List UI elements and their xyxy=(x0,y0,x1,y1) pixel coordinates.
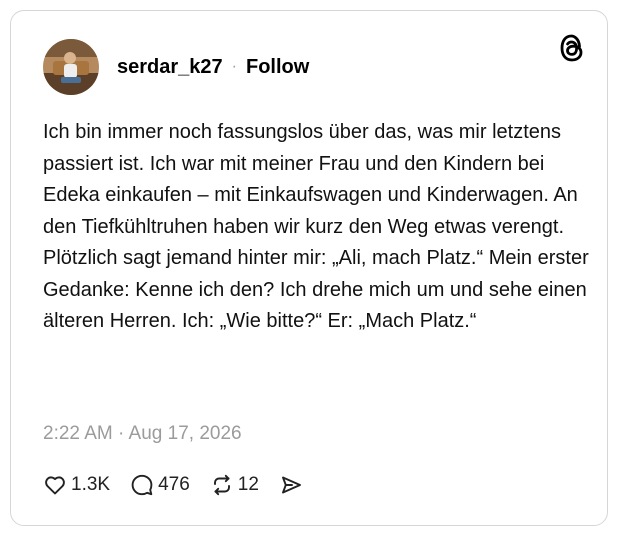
reply-count: 476 xyxy=(158,474,190,495)
username[interactable]: serdar_k27 xyxy=(117,56,223,79)
post-header: serdar_k27 · Follow xyxy=(117,54,309,80)
post-timestamp[interactable]: 2:22 AM · Aug 17, 2026 xyxy=(43,423,242,445)
header-separator: · xyxy=(231,58,237,75)
heart-icon xyxy=(43,473,67,497)
repost-button[interactable]: 12 xyxy=(210,473,259,497)
post-text: Ich bin immer noch fassungslos über das,… xyxy=(43,121,589,332)
avatar[interactable] xyxy=(43,39,99,95)
like-button[interactable]: 1.3K xyxy=(43,473,110,497)
follow-button[interactable]: Follow xyxy=(246,56,309,79)
speech-bubble-icon xyxy=(130,473,154,497)
send-icon xyxy=(279,473,303,497)
share-button[interactable] xyxy=(279,473,303,497)
threads-post-card: serdar_k27 · Follow Ich bin immer noch f… xyxy=(10,10,608,526)
repost-arrows-icon xyxy=(210,473,234,497)
reply-button[interactable]: 476 xyxy=(130,473,190,497)
like-count: 1.3K xyxy=(71,474,111,495)
threads-logo-icon[interactable] xyxy=(559,33,585,63)
repost-count: 12 xyxy=(237,474,259,495)
action-bar: 1.3K 476 12 xyxy=(43,471,323,499)
